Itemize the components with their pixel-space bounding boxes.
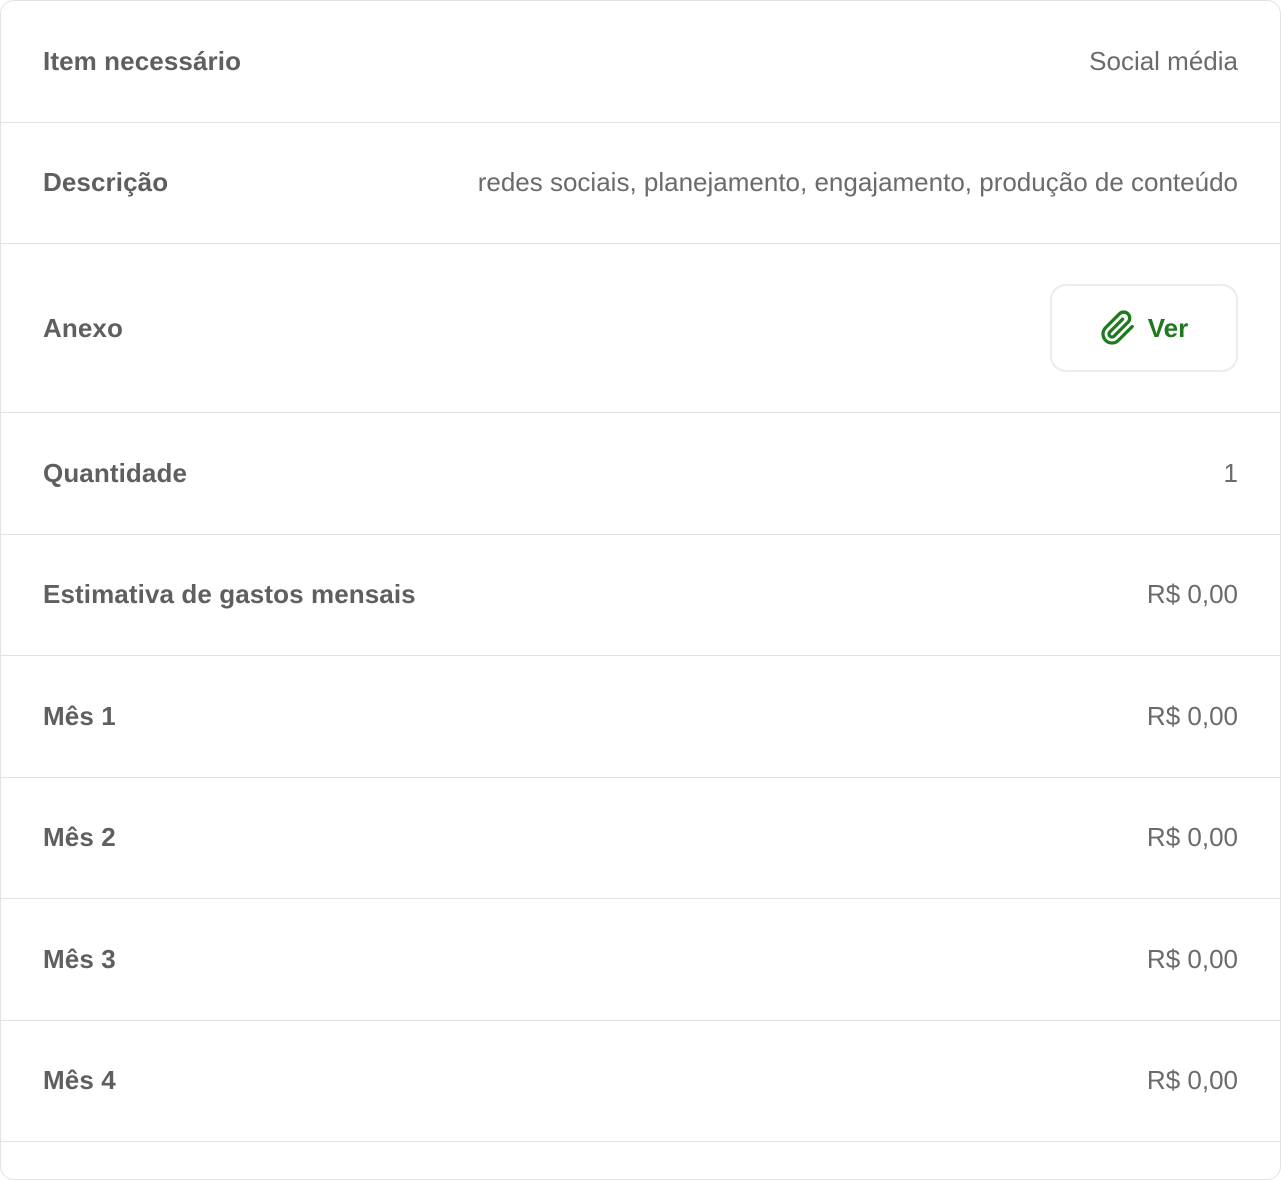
row-anexo: Anexo Ver xyxy=(1,244,1280,413)
row-mes-2: Mês 2 R$ 0,00 xyxy=(1,778,1280,899)
view-attachment-label: Ver xyxy=(1147,312,1189,343)
row-value: redes sociais, planejamento, engajamento… xyxy=(477,167,1238,198)
row-label: Mês 4 xyxy=(43,1065,116,1096)
row-label: Descrição xyxy=(43,167,169,198)
row-estimativa-gastos: Estimativa de gastos mensais R$ 0,00 xyxy=(1,535,1280,656)
row-label: Mês 1 xyxy=(43,700,116,731)
item-details-card: Item necessário Social média Descrição r… xyxy=(0,0,1281,1180)
row-value: R$ 0,00 xyxy=(1146,700,1238,731)
row-value: R$ 0,00 xyxy=(1146,579,1238,610)
row-value: Social média xyxy=(1089,45,1238,76)
row-mes-3: Mês 3 R$ 0,00 xyxy=(1,899,1280,1021)
row-descricao: Descrição redes sociais, planejamento, e… xyxy=(1,123,1280,244)
row-mes-4: Mês 4 R$ 0,00 xyxy=(1,1021,1280,1142)
row-label: Mês 2 xyxy=(43,822,116,853)
row-item-necessario: Item necessário Social média xyxy=(1,1,1280,123)
row-value: R$ 0,00 xyxy=(1146,1065,1238,1096)
row-label: Estimativa de gastos mensais xyxy=(43,579,416,610)
row-value: 1 xyxy=(1223,457,1238,488)
row-value: R$ 0,00 xyxy=(1146,943,1238,974)
row-quantidade: Quantidade 1 xyxy=(1,413,1280,535)
row-label: Mês 3 xyxy=(43,943,116,974)
row-label: Anexo xyxy=(43,312,123,343)
row-label: Item necessário xyxy=(43,45,242,76)
paperclip-icon xyxy=(1100,310,1136,346)
view-attachment-button[interactable]: Ver xyxy=(1050,284,1238,372)
row-value: R$ 0,00 xyxy=(1146,822,1238,853)
row-label: Quantidade xyxy=(43,457,188,488)
row-mes-1: Mês 1 R$ 0,00 xyxy=(1,656,1280,778)
